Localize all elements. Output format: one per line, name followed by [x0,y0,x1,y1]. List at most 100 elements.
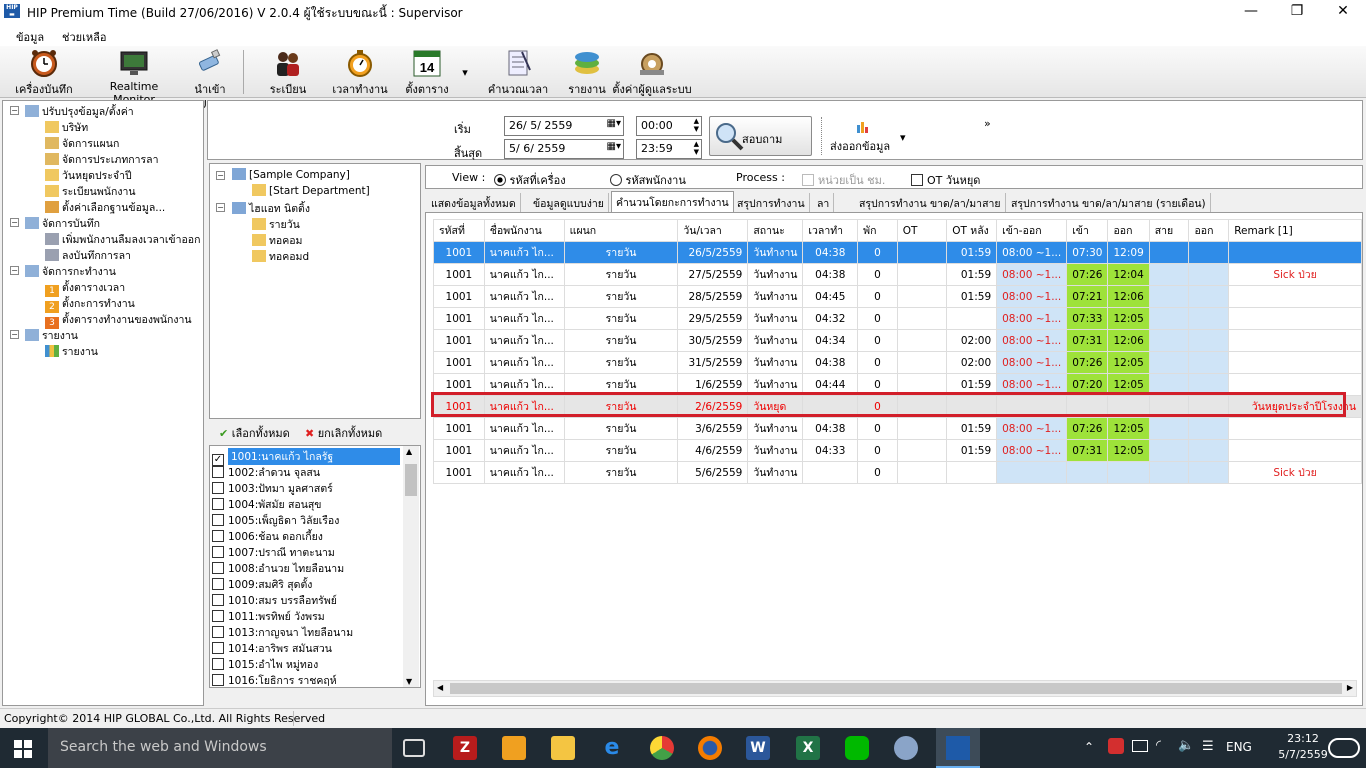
column-header[interactable]: พัก [857,219,898,242]
tray-display-icon[interactable] [1132,740,1148,752]
tab-leave[interactable]: ลา [813,193,835,212]
start-time-field[interactable]: 00:00 ▲ ▼ [636,116,702,136]
start-button[interactable] [14,740,32,761]
employee-list-item[interactable]: 1014:อาริพร สมันสวน [212,640,332,656]
tab-absence-summary[interactable]: สรุปการทำงาน ขาด/ลา/มาสาย [855,193,1006,212]
tab-simple-view[interactable]: ข้อมูลดูแบบง่าย [529,193,609,212]
maximize-button[interactable]: ❐ [1274,0,1320,24]
chrome-icon[interactable] [650,736,674,760]
grid-row[interactable]: 1001 นาคแก้ว ไก... รายวัน 26/5/2559 วันทำงาน… [433,241,1362,264]
column-header[interactable]: เข้า [1066,219,1109,242]
deselect-all-button[interactable]: ✖ ยกเลิกทั้งหมด [305,424,382,442]
horizontal-scrollbar[interactable]: ◀ ▶ [433,680,1357,697]
start-date-picker[interactable]: 26/ 5/ 2559 ▦▾ [504,116,624,136]
radio-machine-code[interactable]: รหัสที่เครื่อง [494,171,566,189]
task-view-icon[interactable] [403,739,425,757]
radio-employee-code[interactable]: รหัสพนักงาน [610,171,686,189]
line-icon[interactable] [845,736,869,760]
collapse-toggle[interactable]: − [216,171,225,180]
end-date-picker[interactable]: 5/ 6/ 2559 ▦▾ [504,139,624,159]
grid-row[interactable]: 1001 นาคแก้ว ไก... รายวัน 30/5/2559 วันทำงาน… [433,329,1362,352]
grid-row[interactable]: 1001 นาคแก้ว ไก... รายวัน 28/5/2559 วันทำงาน… [433,285,1362,308]
column-header[interactable]: วัน/เวลา [677,219,749,242]
employee-list-item[interactable]: 1013:กาญจนา ไทยลือนาม [212,624,353,640]
work-time-button[interactable]: เวลาทำงาน [332,48,388,98]
employee-list-item[interactable]: 1005:เพ็ญธิดา วิลัยเรือง [212,512,339,528]
grid-row[interactable]: 1001 นาคแก้ว ไก... รายวัน 31/5/2559 วันทำงาน… [433,351,1362,374]
employee-checkbox[interactable] [212,610,224,622]
employee-checkbox[interactable] [212,594,224,606]
employee-list-item[interactable]: 1002:ลำดวน จุลสน [212,464,320,480]
nav-item-report[interactable]: รายงาน [45,343,98,360]
column-header[interactable]: เข้า-ออก [996,219,1068,242]
employee-checkbox[interactable] [212,514,224,526]
menu-data[interactable]: ข้อมูล [16,28,44,46]
collapse-toggle[interactable]: − [10,266,19,275]
employee-list-item[interactable]: 1016:โยธิการ ราชคฤห์ [212,672,337,687]
scroll-right-icon[interactable]: ▶ [1347,683,1353,692]
grid-row[interactable]: 1001 นาคแก้ว ไก... รายวัน 27/5/2559 วันทำงาน… [433,263,1362,286]
collapse-toggle[interactable]: − [10,330,19,339]
employee-checkbox[interactable] [212,530,224,542]
employee-list-item[interactable]: 1007:ปราณี ทาตะนาม [212,544,335,560]
nav-item-employees[interactable]: ระเบียนพนักงาน [45,183,136,200]
column-header[interactable]: สาย [1148,219,1190,242]
ot-holiday-checkbox[interactable]: OT วันหยุด [911,171,980,189]
grid-row[interactable]: 1001 นาคแก้ว ไก... รายวัน 3/6/2559 วันทำงาน 0… [433,417,1362,440]
word-icon[interactable]: W [746,736,770,760]
nav-group-shifts[interactable]: จัดการกะทำงาน [25,263,116,280]
employee-checkbox[interactable] [212,546,224,558]
employee-checkbox[interactable] [212,658,224,670]
dept-tocom[interactable]: ทอคอม [252,232,302,249]
admin-settings-button[interactable]: ตั้งค่าผู้ดูแลระบบ [612,48,692,98]
employee-checkbox[interactable] [212,498,224,510]
tab-all-data[interactable]: แสดงข้อมูลทั้งหมด [427,193,521,212]
show-hidden-icons[interactable]: ⌃ [1084,740,1094,754]
employee-list-item[interactable]: 1008:อำนวย ไทยลือนาม [212,560,344,576]
clock-date[interactable]: 5/7/2559 [1277,748,1329,761]
grid-row[interactable]: 1001 นาคแก้ว ไก... รายวัน 4/6/2559 วันทำงาน 0… [433,439,1362,462]
employee-checkbox[interactable] [212,466,224,478]
scroll-thumb[interactable] [405,464,417,496]
column-header[interactable]: ออก [1107,219,1150,242]
end-time-field[interactable]: 23:59 ▲ ▼ [636,139,702,159]
export-dropdown-arrow[interactable]: ▾ [900,131,906,144]
edge-icon[interactable]: e [600,736,624,760]
spinner-icon[interactable]: ▲ ▼ [694,140,699,156]
employee-checkbox[interactable] [212,626,224,638]
excel-icon[interactable]: X [796,736,820,760]
schedule-dropdown-arrow[interactable]: ▾ [460,66,470,79]
overflow-chevron[interactable]: » [984,117,991,130]
firefox-icon[interactable] [698,736,722,760]
column-header[interactable]: OT [896,219,948,242]
collapse-toggle[interactable]: − [10,106,19,115]
nav-group-reports[interactable]: รายงาน [25,327,78,344]
network-wifi-icon[interactable]: ◜ [1156,738,1161,753]
menu-help[interactable]: ช่วยเหลือ [62,28,106,46]
column-header[interactable]: ชื่อพนักงาน [483,219,565,242]
tab-absence-monthly[interactable]: สรุปการทำงาน ขาด/ลา/มาสาย (รายเดือน) [1007,193,1211,212]
employee-checkbox[interactable] [212,642,224,654]
action-center-icon[interactable]: ☰ [1202,739,1214,754]
collapse-toggle[interactable]: − [10,218,19,227]
scroll-down-icon[interactable]: ▼ [406,677,412,686]
report-button[interactable]: รายงาน [566,48,608,98]
employee-checkbox[interactable] [212,482,224,494]
dept-start[interactable]: [Start Department] [252,184,370,197]
scroll-up-icon[interactable]: ▲ [406,447,412,456]
collapse-toggle[interactable]: − [216,203,225,212]
paint-icon[interactable] [894,736,918,760]
spinner-icon[interactable]: ▲ ▼ [694,117,699,133]
dept-tocomd[interactable]: ทอคอมd [252,248,309,265]
employee-list-item[interactable]: ✓ 1001:นาคแก้ว ไกลรัฐ [212,448,400,466]
dept-daily[interactable]: รายวัน [252,216,300,233]
hip-app-taskbar-button[interactable] [936,728,980,768]
file-explorer-icon[interactable] [551,736,575,760]
vertical-scrollbar[interactable]: ▲ ▼ [403,446,419,687]
employee-list-item[interactable]: 1015:อำไพ หมู่ทอง [212,656,318,672]
column-header[interactable]: เวลาทำ [802,219,859,242]
employee-checkbox[interactable] [212,674,224,686]
nav-group-records[interactable]: จัดการบันทึก [25,215,100,232]
taskbar-search-box[interactable]: Search the web and Windows [48,728,392,768]
employee-list-item[interactable]: 1006:ช้อน ดอกเกี้ยง [212,528,323,544]
